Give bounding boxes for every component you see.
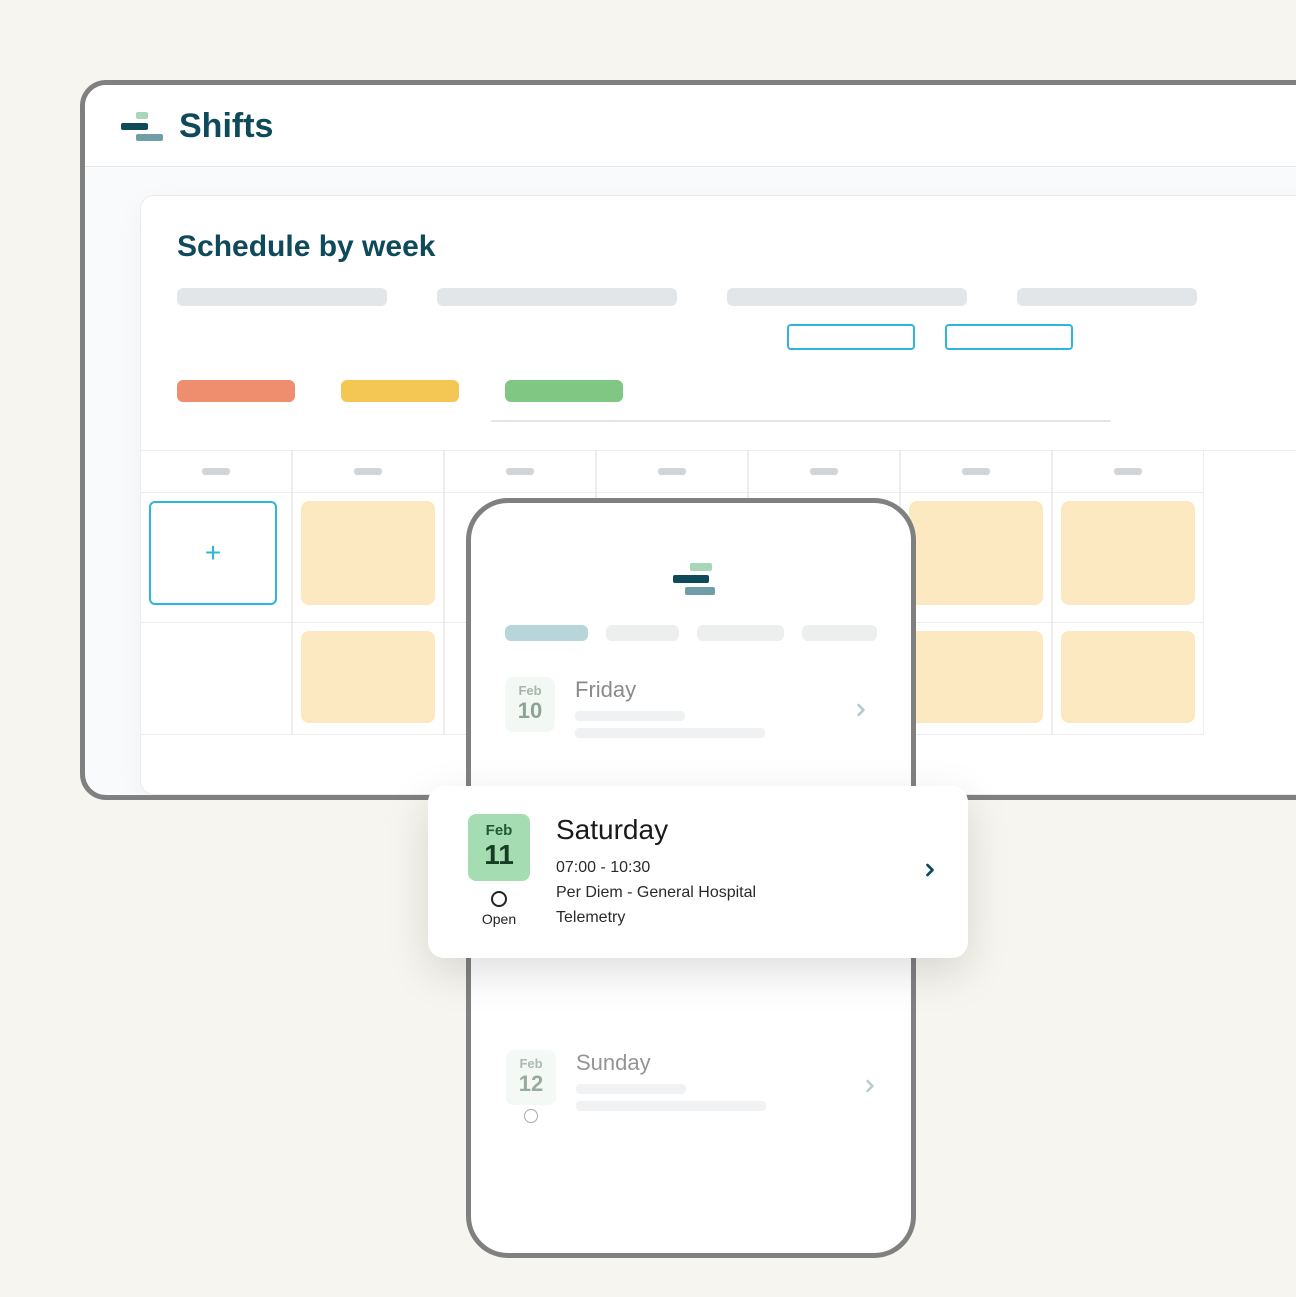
day-name: Saturday: [556, 814, 894, 846]
day-content: Sunday: [576, 1050, 840, 1118]
status-wrap: [506, 1109, 556, 1123]
shift-block[interactable]: [909, 631, 1043, 723]
day-content: Friday: [575, 677, 831, 745]
desktop-header: Shifts: [85, 85, 1296, 167]
month-label: Feb: [468, 822, 530, 839]
day-name: Friday: [575, 677, 831, 703]
shift-block[interactable]: [301, 631, 435, 723]
day-header: [596, 451, 748, 493]
legend-item: [505, 380, 623, 402]
placeholder: [575, 728, 765, 738]
placeholder: [437, 288, 677, 306]
mobile-tabs: [471, 625, 911, 667]
tab[interactable]: [505, 625, 588, 641]
shift-department: Telemetry: [556, 906, 894, 931]
day-cell[interactable]: [900, 623, 1052, 735]
date-column: Feb 11 Open: [468, 814, 530, 927]
day-cell[interactable]: [140, 623, 292, 735]
date-badge: Feb 10: [505, 677, 555, 732]
placeholder: [177, 288, 387, 306]
add-shift-button[interactable]: +: [149, 501, 277, 605]
day-header: [140, 451, 292, 493]
day-cell[interactable]: [1052, 623, 1204, 735]
month-label: Feb: [506, 1056, 556, 1071]
status-open-icon: [491, 891, 507, 907]
day-row-friday[interactable]: Feb 10 Friday: [471, 667, 911, 763]
placeholder: [576, 1084, 686, 1094]
date-badge: Feb 12: [506, 1050, 556, 1105]
shift-time: 07:00 - 10:30: [556, 856, 894, 881]
placeholder: [727, 288, 967, 306]
filter-button[interactable]: [787, 324, 915, 350]
section-title: Schedule by week: [141, 226, 1296, 288]
placeholder: [575, 711, 685, 721]
legend-item: [177, 380, 295, 402]
day-header: [292, 451, 444, 493]
day-header: [900, 451, 1052, 493]
shift-location: Per Diem - General Hospital: [556, 881, 894, 906]
day-name: Sunday: [576, 1050, 840, 1076]
date-badge: Feb 11: [468, 814, 530, 881]
canvas: Shifts Schedule by week: [0, 0, 1296, 1297]
month-label: Feb: [505, 683, 555, 698]
filter-buttons: [751, 324, 1296, 380]
day-header: [444, 451, 596, 493]
day-card-saturday[interactable]: Feb 11 Open Saturday 07:00 - 10:30 Per D…: [428, 786, 968, 958]
day-number: 12: [506, 1071, 556, 1097]
divider: [491, 420, 1111, 422]
status-label: Open: [468, 911, 530, 927]
filter-placeholder-row: [141, 288, 1296, 324]
placeholder: [576, 1101, 766, 1111]
tab[interactable]: [606, 625, 679, 641]
day-cell[interactable]: [900, 493, 1052, 623]
day-cell[interactable]: [1052, 493, 1204, 623]
app-logo-icon: [471, 503, 911, 625]
legend: [141, 380, 1296, 420]
day-cell[interactable]: [292, 493, 444, 623]
day-header: [748, 451, 900, 493]
shift-block[interactable]: [909, 501, 1043, 605]
page-title: Shifts: [179, 107, 273, 146]
day-number: 11: [468, 839, 530, 871]
day-header: [1052, 451, 1204, 493]
placeholder: [1017, 288, 1197, 306]
day-row-sunday[interactable]: Feb 12 Sunday: [506, 1050, 886, 1125]
chevron-right-icon[interactable]: [920, 858, 940, 887]
chevron-right-icon[interactable]: [851, 696, 877, 727]
chevron-right-icon[interactable]: [860, 1072, 886, 1103]
filter-button[interactable]: [945, 324, 1073, 350]
shift-block[interactable]: [301, 501, 435, 605]
shift-block[interactable]: [1061, 501, 1195, 605]
shift-block[interactable]: [1061, 631, 1195, 723]
day-number: 10: [505, 698, 555, 724]
tab[interactable]: [802, 625, 877, 641]
tab[interactable]: [697, 625, 784, 641]
status-open-icon: [524, 1109, 538, 1123]
legend-item: [341, 380, 459, 402]
day-details: Saturday 07:00 - 10:30 Per Diem - Genera…: [556, 814, 894, 930]
day-cell[interactable]: [292, 623, 444, 735]
app-logo-icon: [121, 112, 163, 142]
day-cell[interactable]: +: [140, 493, 292, 623]
